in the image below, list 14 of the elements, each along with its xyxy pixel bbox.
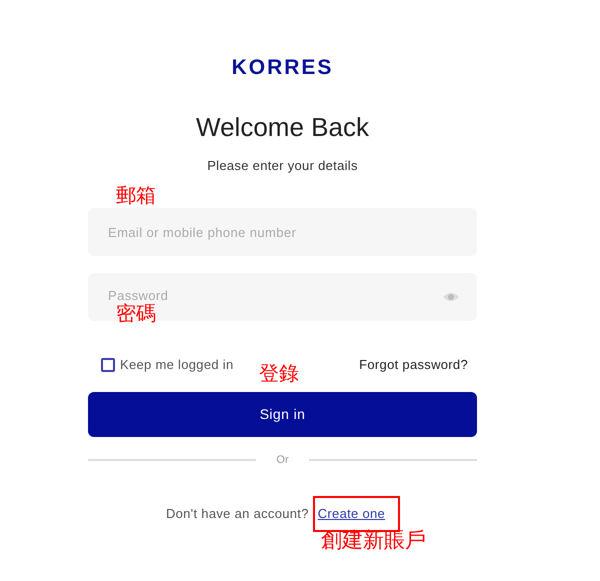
email-field[interactable]: Email or mobile phone number: [88, 208, 477, 256]
forgot-password-link[interactable]: Forgot password?: [359, 355, 468, 374]
checkbox-label: Keep me logged in: [120, 356, 234, 374]
page-title: Welcome Back: [196, 114, 369, 140]
signup-prompt: Don't have an account?: [166, 505, 309, 524]
checkbox[interactable]: [101, 358, 115, 372]
brand-logo: KORRES: [232, 57, 334, 78]
sign-in-button[interactable]: Sign in: [88, 392, 477, 436]
annotation-label: 密碼: [116, 303, 156, 323]
annotation-label: 郵箱: [116, 185, 156, 205]
subtitle: Please enter your details: [207, 159, 358, 172]
create-account-link[interactable]: Create one: [318, 506, 396, 521]
divider-label: Or: [276, 452, 289, 468]
annotation-label: 登錄: [259, 363, 299, 383]
